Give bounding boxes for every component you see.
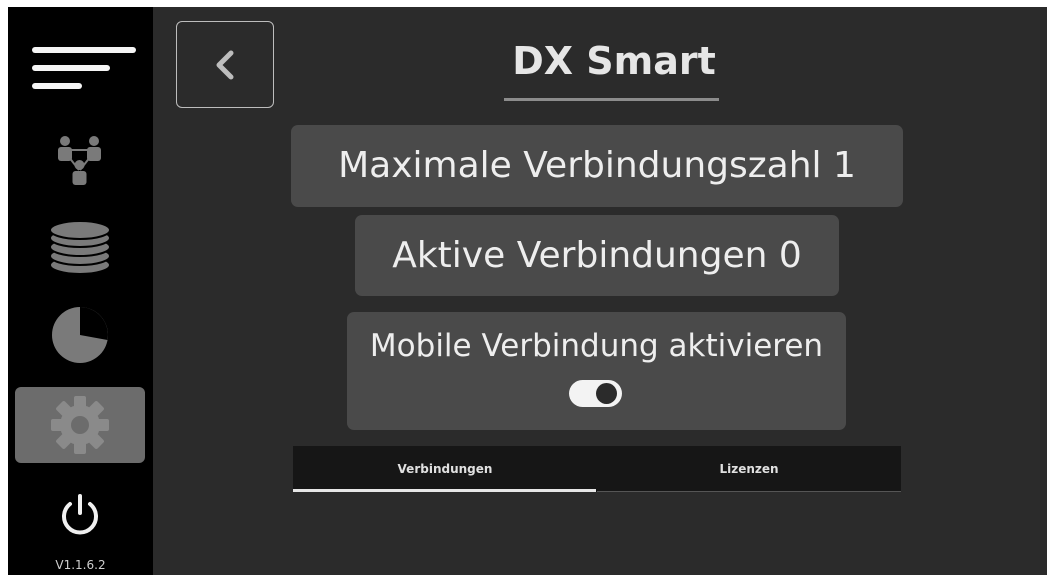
sidebar-item-power[interactable] xyxy=(15,477,145,553)
back-button[interactable] xyxy=(176,21,274,108)
tab-licenses[interactable]: Lizenzen xyxy=(597,446,901,492)
active-connections-display: Aktive Verbindungen 0 xyxy=(355,215,839,296)
power-icon xyxy=(62,494,98,535)
toggle-knob xyxy=(596,383,617,404)
page-title: DX Smart xyxy=(512,39,716,83)
tab-divider xyxy=(597,491,901,492)
tab-connections[interactable]: Verbindungen xyxy=(293,446,597,492)
network-users-icon xyxy=(58,136,101,185)
version-label: V1.1.6.2 xyxy=(55,558,106,572)
sidebar-item-database[interactable] xyxy=(15,210,145,286)
pie-chart-icon xyxy=(52,307,108,363)
tab-bar: Verbindungen Lizenzen xyxy=(293,446,901,492)
app-window: V1.1.6.2 DX Smart Maximale Verbindungsza… xyxy=(8,7,1047,575)
mobile-connection-panel: Mobile Verbindung aktivieren xyxy=(347,312,846,430)
mobile-connection-label: Mobile Verbindung aktivieren xyxy=(369,328,824,364)
sidebar-item-network[interactable] xyxy=(15,123,145,199)
mobile-connection-toggle[interactable] xyxy=(569,380,622,407)
title-underline xyxy=(504,98,719,101)
tab-active-indicator xyxy=(293,489,596,492)
database-icon xyxy=(49,220,111,275)
sidebar-item-settings[interactable] xyxy=(15,387,145,463)
sidebar-item-statistics[interactable] xyxy=(15,297,145,373)
max-connections-display: Maximale Verbindungszahl 1 xyxy=(291,125,903,207)
gear-icon xyxy=(51,396,109,454)
menu-icon[interactable] xyxy=(30,45,140,91)
sidebar: V1.1.6.2 xyxy=(8,7,153,575)
chevron-left-icon xyxy=(216,50,234,79)
